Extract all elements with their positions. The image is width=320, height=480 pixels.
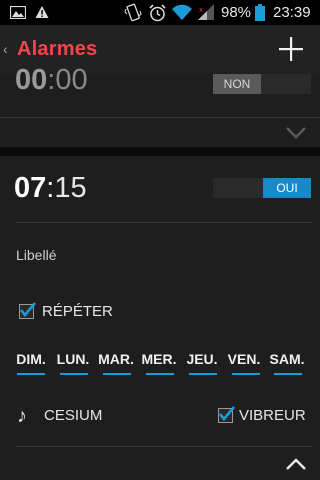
day-underline xyxy=(146,373,174,375)
label-field[interactable]: Libellé xyxy=(16,247,56,263)
day-underline xyxy=(274,373,302,375)
day-underline xyxy=(189,373,217,375)
vibrate-label[interactable]: VIBREUR xyxy=(239,407,306,424)
day-tuesday[interactable]: MAR. xyxy=(96,351,136,367)
toggle-on-label: OUI xyxy=(263,178,311,198)
alarm-1-toggle[interactable]: NON xyxy=(213,74,311,94)
alarm-1-time[interactable]: 00:00 xyxy=(15,64,88,97)
cell-signal-icon: x xyxy=(198,4,214,20)
day-underline xyxy=(60,373,88,375)
day-underline xyxy=(232,373,260,375)
checkmark-icon xyxy=(19,302,36,318)
alarm-2-minutes: 15 xyxy=(54,172,87,204)
chevron-down-icon[interactable] xyxy=(286,127,306,139)
day-underline xyxy=(103,373,131,375)
day-monday[interactable]: LUN. xyxy=(53,351,93,367)
vibrate-icon xyxy=(124,3,142,22)
up-caret-icon[interactable]: ‹ xyxy=(3,41,8,57)
battery-icon xyxy=(255,4,265,21)
wifi-icon xyxy=(172,4,192,20)
status-time: 23:39 xyxy=(273,4,311,21)
alarm-clock-icon xyxy=(149,4,166,22)
chevron-up-icon[interactable] xyxy=(286,458,306,470)
checkmark-icon xyxy=(218,406,235,422)
day-underline xyxy=(17,373,45,375)
day-thursday[interactable]: JEU. xyxy=(182,351,222,367)
alarm-2-hours: 07 xyxy=(14,172,47,204)
ringtone-label[interactable]: CESIUM xyxy=(44,407,102,424)
status-bar: x 98% 23:39 xyxy=(0,0,320,25)
toggle-off-label: NON xyxy=(213,74,261,94)
repeat-label[interactable]: RÉPÉTER xyxy=(42,303,113,320)
svg-text:x: x xyxy=(199,6,203,14)
alarm-1-hours: 00 xyxy=(15,64,48,96)
divider xyxy=(0,117,320,118)
alarm-2-time[interactable]: 07:15 xyxy=(14,172,87,205)
image-icon xyxy=(10,6,26,19)
repeat-checkbox[interactable] xyxy=(19,302,36,319)
battery-percent: 98% xyxy=(221,4,252,21)
divider xyxy=(16,222,312,223)
vibrate-checkbox[interactable] xyxy=(218,406,235,423)
day-saturday[interactable]: SAM. xyxy=(267,351,307,367)
music-note-icon[interactable]: ♪ xyxy=(17,405,27,428)
alarm-1-minutes: 00 xyxy=(55,64,88,96)
day-friday[interactable]: VEN. xyxy=(224,351,264,367)
divider xyxy=(16,446,312,447)
warning-icon xyxy=(35,6,49,18)
day-wednesday[interactable]: MER. xyxy=(139,351,179,367)
day-sunday[interactable]: DIM. xyxy=(11,351,51,367)
page-title[interactable]: Alarmes xyxy=(17,38,97,61)
plus-icon[interactable] xyxy=(279,37,303,61)
alarm-2-toggle[interactable]: OUI xyxy=(213,178,311,198)
